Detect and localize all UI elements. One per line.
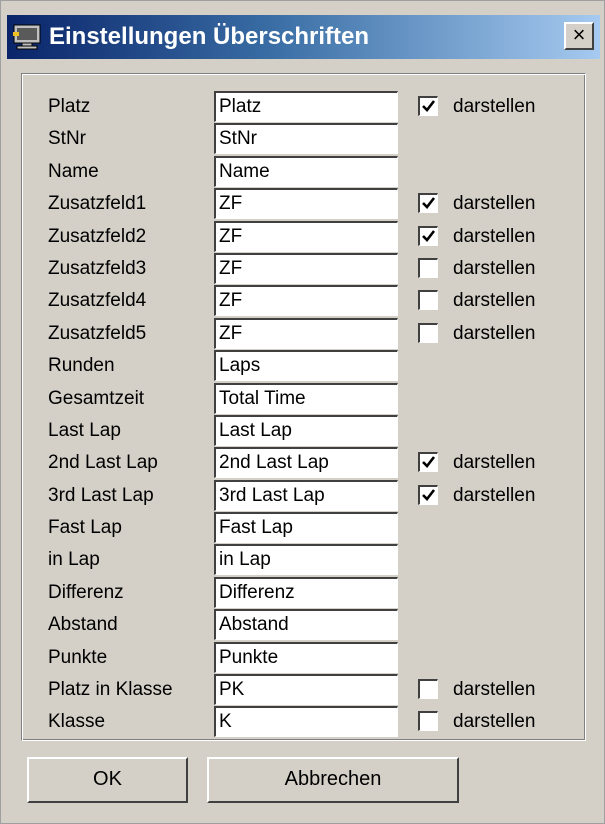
field-row: Klasse darstellen xyxy=(1,706,605,738)
field-row: Zusatzfeld1 darstellen xyxy=(1,188,605,220)
field-row: Last Lap xyxy=(1,414,605,447)
checkmark-icon xyxy=(422,456,436,469)
field-row: Name xyxy=(1,155,605,188)
field-label: Last Lap xyxy=(48,419,121,441)
heading-text-input[interactable] xyxy=(214,641,398,673)
heading-text-input[interactable] xyxy=(214,252,398,284)
field-label: 2nd Last Lap xyxy=(48,452,158,474)
heading-text-input[interactable] xyxy=(214,188,398,220)
display-checkbox-label[interactable]: darstellen xyxy=(453,711,535,733)
heading-text-input[interactable] xyxy=(214,576,398,608)
heading-text-input[interactable] xyxy=(214,220,398,252)
field-row: Platz darstellen xyxy=(1,91,605,123)
field-label: Zusatzfeld4 xyxy=(48,290,147,312)
field-row: Platz in Klasse darstellen xyxy=(1,674,605,706)
display-checkbox[interactable] xyxy=(418,711,438,732)
field-label: Zusatzfeld1 xyxy=(48,193,147,215)
field-label: Name xyxy=(48,160,99,182)
field-row: Fast Lap xyxy=(1,512,605,544)
checkmark-icon xyxy=(422,197,436,210)
field-label: in Lap xyxy=(48,549,100,571)
display-checkbox-label[interactable]: darstellen xyxy=(453,485,535,507)
field-row: 2nd Last Lap darstellen xyxy=(1,447,605,479)
field-label: Abstand xyxy=(48,614,118,636)
ok-button[interactable]: OK xyxy=(27,757,188,803)
heading-text-input[interactable] xyxy=(214,544,398,576)
display-checkbox-label[interactable]: darstellen xyxy=(453,290,535,312)
heading-text-input[interactable] xyxy=(214,674,398,706)
display-checkbox-label[interactable]: darstellen xyxy=(453,226,535,248)
display-checkbox-label[interactable]: darstellen xyxy=(453,258,535,280)
field-label: Zusatzfeld3 xyxy=(48,257,147,279)
display-checkbox[interactable] xyxy=(418,322,438,343)
field-label: Runden xyxy=(48,355,115,377)
display-checkbox[interactable] xyxy=(418,452,438,473)
checkmark-icon xyxy=(422,229,436,242)
checkmark-icon xyxy=(422,488,436,501)
checkmark-icon xyxy=(422,100,436,112)
cancel-button[interactable]: Abbrechen xyxy=(207,757,459,803)
field-label: Gesamtzeit xyxy=(48,387,145,409)
field-row: StNr xyxy=(1,123,605,155)
field-label: 3rd Last Lap xyxy=(48,484,154,506)
field-label: Fast Lap xyxy=(48,517,122,539)
field-row: Abstand xyxy=(1,609,605,641)
field-label: Punkte xyxy=(48,646,108,668)
heading-text-input[interactable] xyxy=(214,706,398,738)
close-icon: × xyxy=(572,22,586,47)
heading-text-input[interactable] xyxy=(214,350,398,382)
heading-text-input[interactable] xyxy=(214,317,398,349)
field-row: Zusatzfeld5 darstellen xyxy=(1,317,605,350)
field-rows: Platz darstellen StNr Name Zusatzfeld1 darste… xyxy=(1,91,605,739)
display-checkbox[interactable] xyxy=(418,225,438,246)
display-checkbox-label[interactable]: darstellen xyxy=(453,452,535,474)
field-label: Platz in Klasse xyxy=(48,679,173,701)
field-row: in Lap xyxy=(1,544,605,576)
display-checkbox-label[interactable]: darstellen xyxy=(453,323,535,345)
heading-text-input[interactable] xyxy=(214,479,398,511)
display-checkbox[interactable] xyxy=(418,96,438,116)
field-row: Differenz xyxy=(1,576,605,609)
settings-dialog: Einstellungen Überschriften × Platz darst… xyxy=(0,0,605,824)
display-checkbox-label[interactable]: darstellen xyxy=(453,193,535,215)
field-label: Zusatzfeld5 xyxy=(48,322,147,344)
display-checkbox[interactable] xyxy=(418,679,438,700)
field-row: Zusatzfeld3 darstellen xyxy=(1,252,605,285)
application-icon xyxy=(13,24,41,50)
display-checkbox[interactable] xyxy=(418,193,438,214)
field-row: Zusatzfeld2 darstellen xyxy=(1,220,605,253)
close-button[interactable]: × xyxy=(564,22,594,50)
heading-text-input[interactable] xyxy=(214,91,398,122)
heading-text-input[interactable] xyxy=(214,285,398,317)
field-row: Zusatzfeld4 darstellen xyxy=(1,285,605,317)
heading-text-input[interactable] xyxy=(214,447,398,479)
heading-text-input[interactable] xyxy=(214,123,398,155)
field-row: Gesamtzeit xyxy=(1,382,605,415)
window-title: Einstellungen Überschriften xyxy=(49,23,370,50)
field-label: Differenz xyxy=(48,581,124,603)
display-checkbox[interactable] xyxy=(418,290,438,311)
display-checkbox[interactable] xyxy=(418,484,438,505)
heading-text-input[interactable] xyxy=(214,609,398,641)
display-checkbox[interactable] xyxy=(418,257,438,278)
field-label: StNr xyxy=(48,128,86,150)
field-label: Zusatzfeld2 xyxy=(48,225,147,247)
field-row: Punkte xyxy=(1,641,605,674)
field-row: Runden xyxy=(1,350,605,382)
display-checkbox-label[interactable]: darstellen xyxy=(453,679,535,701)
display-checkbox-label[interactable]: darstellen xyxy=(453,96,535,118)
heading-text-input[interactable] xyxy=(214,155,398,187)
heading-text-input[interactable] xyxy=(214,512,398,544)
heading-text-input[interactable] xyxy=(214,382,398,414)
field-label: Platz xyxy=(48,96,91,117)
heading-text-input[interactable] xyxy=(214,414,398,446)
title-bar[interactable]: Einstellungen Überschriften × xyxy=(7,15,600,59)
field-row: 3rd Last Lap darstellen xyxy=(1,479,605,512)
field-label: Klasse xyxy=(48,711,106,733)
